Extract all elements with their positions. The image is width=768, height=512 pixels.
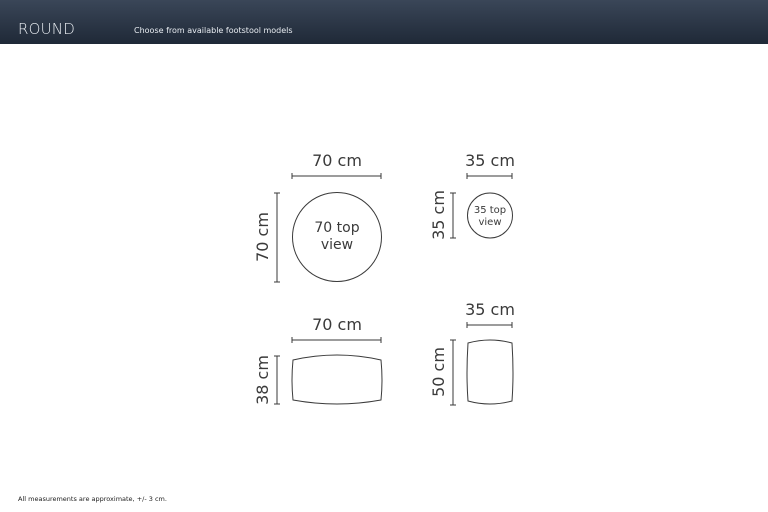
large-top-height-label: 70 cm	[253, 212, 272, 262]
small-side-width-label: 35 cm	[465, 300, 515, 319]
large-side-height-label: 38 cm	[253, 355, 272, 405]
measurement-note: All measurements are approximate, +/- 3 …	[18, 495, 167, 503]
large-top-inner-line1: 70 top	[314, 220, 359, 236]
small-top-width-label: 35 cm	[465, 151, 515, 170]
small-side-height-label: 50 cm	[429, 347, 448, 397]
small-top-inner-line2: view	[478, 217, 501, 228]
large-side-width-label: 70 cm	[312, 315, 362, 334]
small-top-inner-line1: 35 top	[474, 205, 506, 216]
small-side-view-shape	[466, 339, 514, 405]
small-top-height-label: 35 cm	[429, 190, 448, 240]
footstool-diagram: 70 cm 70 cm 70 top view 35 cm 35 cm 35 t…	[253, 151, 515, 406]
large-side-view-shape	[291, 354, 383, 405]
large-top-width-label: 70 cm	[312, 151, 362, 170]
large-top-inner-line2: view	[321, 237, 353, 253]
